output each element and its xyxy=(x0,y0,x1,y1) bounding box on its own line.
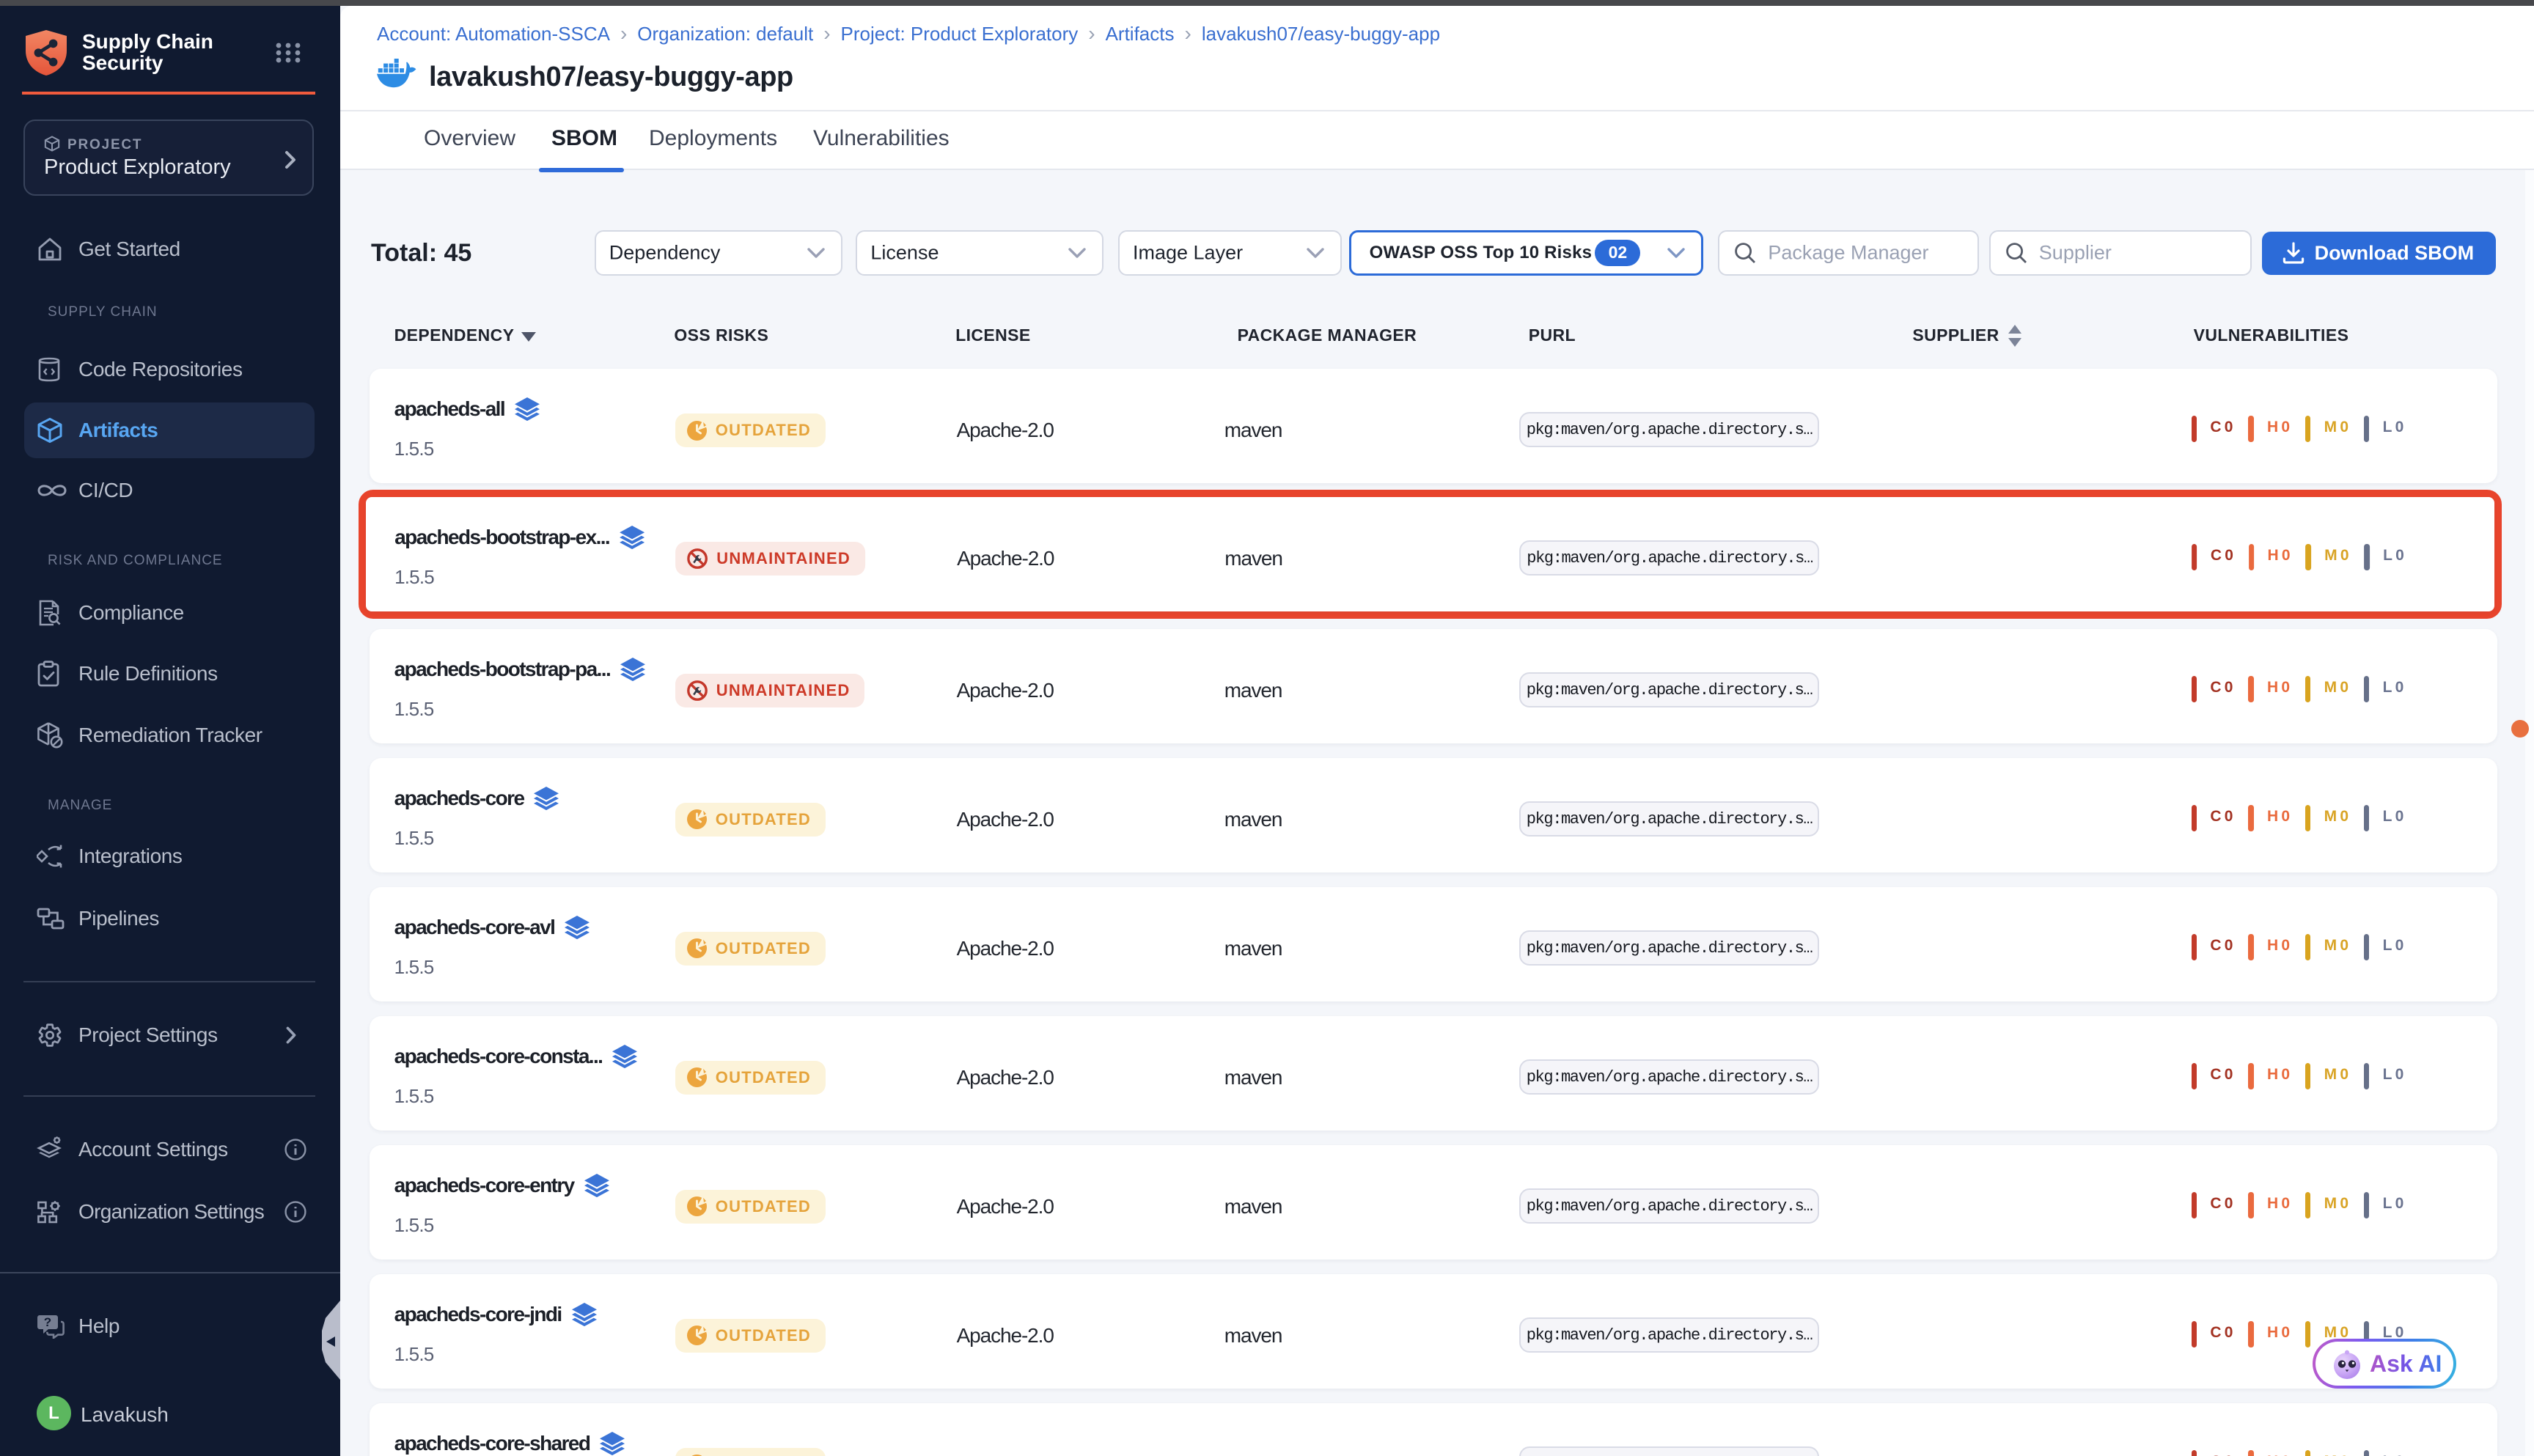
svg-text:?: ? xyxy=(44,1316,51,1330)
